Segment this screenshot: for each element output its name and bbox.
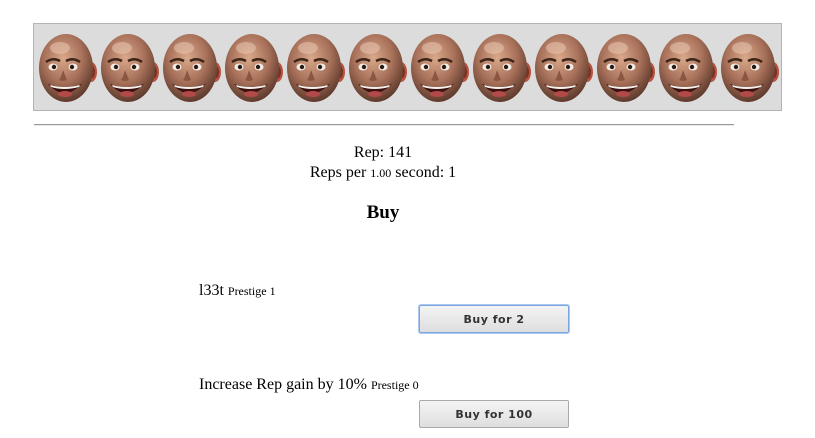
face-icon[interactable] bbox=[222, 24, 284, 111]
shop-item-rep-gain: Increase Rep gain by 10% Prestige 0 bbox=[199, 376, 419, 394]
face-icon[interactable] bbox=[656, 24, 718, 111]
face-icon[interactable] bbox=[98, 24, 160, 111]
rps-interval: 1.00 bbox=[370, 166, 392, 180]
face-row bbox=[36, 24, 780, 111]
prestige-label: Prestige 0 bbox=[370, 378, 419, 392]
face-banner bbox=[33, 23, 782, 111]
buy-heading: Buy bbox=[366, 202, 400, 223]
shop-item-l33t: l33t Prestige 1 bbox=[199, 282, 276, 300]
face-icon[interactable] bbox=[346, 24, 408, 111]
rps-suffix: second: bbox=[395, 164, 445, 181]
item-name: l33t bbox=[199, 282, 224, 299]
face-icon[interactable] bbox=[594, 24, 656, 111]
buy-l33t-button[interactable]: Buy for 2 bbox=[419, 305, 569, 333]
face-icon[interactable] bbox=[470, 24, 532, 111]
prestige-label: Prestige 1 bbox=[227, 284, 276, 298]
rep-value: 141 bbox=[388, 144, 413, 161]
rps-prefix: Reps per bbox=[309, 164, 367, 181]
rep-label: Rep: bbox=[353, 144, 385, 161]
rep-counter: Rep: 141 bbox=[0, 144, 766, 162]
reps-per-second: Reps per 1.00 second: 1 bbox=[0, 164, 766, 182]
face-icon[interactable] bbox=[408, 24, 470, 111]
divider bbox=[34, 124, 734, 126]
face-icon[interactable] bbox=[718, 24, 780, 111]
face-icon[interactable] bbox=[532, 24, 594, 111]
buy-rep-gain-button[interactable]: Buy for 100 bbox=[419, 400, 569, 428]
face-icon[interactable] bbox=[284, 24, 346, 111]
face-icon[interactable] bbox=[36, 24, 98, 111]
rps-value: 1 bbox=[448, 164, 457, 181]
item-name: Increase Rep gain by 10% bbox=[199, 376, 367, 393]
face-icon[interactable] bbox=[160, 24, 222, 111]
